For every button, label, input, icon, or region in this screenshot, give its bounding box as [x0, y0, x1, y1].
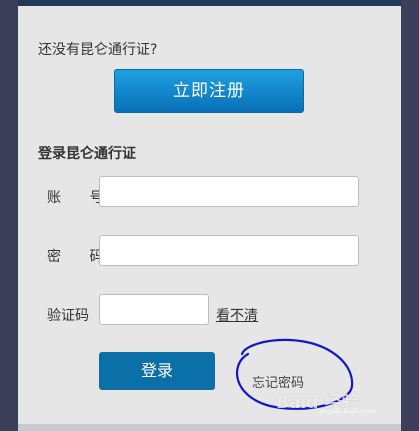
- register-button[interactable]: 立即注册: [114, 69, 304, 113]
- panel-bottom-border: [18, 424, 401, 431]
- refresh-captcha-link[interactable]: 看不清: [216, 305, 258, 325]
- no-account-text: 还没有昆仑通行证?: [38, 42, 158, 58]
- forgot-password-link[interactable]: 忘记密码: [252, 372, 304, 391]
- captcha-label: 验证码: [47, 308, 89, 324]
- login-section-title: 登录昆仑通行证: [38, 146, 136, 162]
- account-input[interactable]: [99, 176, 359, 207]
- login-panel: 还没有昆仑通行证? 立即注册 登录昆仑通行证 账 号 密 码 验证码 看不清 登…: [18, 0, 401, 426]
- captcha-input[interactable]: [99, 294, 209, 325]
- login-button[interactable]: 登录: [99, 352, 215, 390]
- password-input[interactable]: [99, 235, 359, 266]
